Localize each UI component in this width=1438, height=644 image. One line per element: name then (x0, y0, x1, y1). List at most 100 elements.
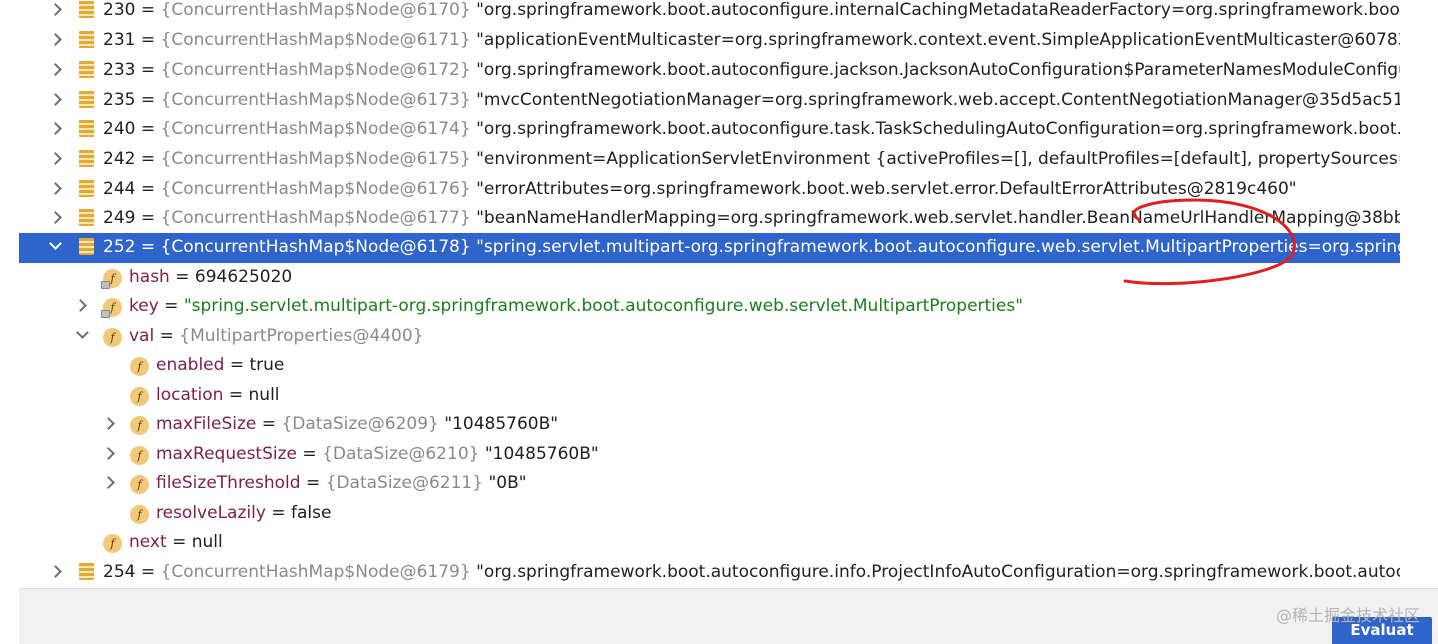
field-row-enabled[interactable]: f enabled = true (19, 351, 1400, 381)
tree-row[interactable]: 235 = {ConcurrentHashMap$Node@6173} "mvc… (19, 86, 1400, 116)
entry-index: 249 (103, 208, 136, 228)
map-entry-icon (79, 150, 94, 167)
field-name: key (129, 296, 159, 316)
field-name: fileSizeThreshold (156, 473, 301, 493)
entry-index: 254 (103, 562, 136, 582)
tree-row[interactable]: 244 = {ConcurrentHashMap$Node@6176} "err… (19, 175, 1400, 205)
entry-value: "org.springframework.boot.autoconfigure.… (476, 562, 1400, 582)
field-icon: f (103, 534, 122, 553)
collapse-arrow-icon[interactable] (49, 237, 62, 250)
map-entry-icon (79, 61, 94, 78)
field-value: "10485760B" (444, 414, 559, 434)
field-type: {DataSize@6211} (325, 473, 484, 493)
field-name: next (129, 532, 167, 552)
field-icon: f (130, 446, 149, 465)
map-entry-icon (79, 238, 94, 255)
field-icon: f (130, 357, 149, 376)
expand-arrow-icon[interactable] (74, 299, 87, 312)
field-row-location[interactable]: f location = null (19, 381, 1400, 411)
collapse-arrow-icon[interactable] (76, 326, 89, 339)
field-value: null (248, 385, 280, 405)
field-icon: f (130, 475, 149, 494)
tree-row[interactable]: 249 = {ConcurrentHashMap$Node@6177} "bea… (19, 204, 1400, 234)
entry-value: "spring.servlet.multipart-org.springfram… (476, 237, 1400, 257)
entry-index: 242 (103, 149, 136, 169)
entry-type: {ConcurrentHashMap$Node@6175} (160, 149, 471, 169)
expand-arrow-icon[interactable] (102, 476, 115, 489)
entry-value: "org.springframework.boot.autoconfigure.… (476, 119, 1400, 139)
entry-index: 233 (103, 60, 136, 80)
entry-index: 235 (103, 90, 136, 110)
watermark: @稀土掘金技术社区 (1275, 606, 1420, 625)
map-entry-icon (79, 120, 94, 137)
expand-arrow-icon[interactable] (102, 447, 115, 460)
expand-arrow-icon[interactable] (49, 93, 62, 106)
entry-type: {ConcurrentHashMap$Node@6179} (160, 562, 471, 582)
field-name: maxRequestSize (156, 444, 297, 464)
map-entry-icon (79, 31, 94, 48)
map-entry-icon (79, 209, 94, 226)
field-value: "spring.servlet.multipart-org.springfram… (183, 296, 1024, 316)
field-name: maxFileSize (156, 414, 257, 434)
entry-value: "org.springframework.boot.autoconfigure.… (476, 60, 1400, 80)
entry-type: {ConcurrentHashMap$Node@6176} (160, 179, 471, 199)
entry-index: 231 (103, 30, 136, 50)
expand-arrow-icon[interactable] (49, 152, 62, 165)
field-value: 694625020 (194, 267, 293, 287)
field-type: {MultipartProperties@4400} (179, 326, 424, 346)
tree-row[interactable]: 231 = {ConcurrentHashMap$Node@6171} "app… (19, 26, 1400, 56)
field-icon: f (130, 416, 149, 435)
entry-value: "environment=ApplicationServletEnvironme… (476, 149, 1400, 169)
field-name: location (156, 385, 224, 405)
field-icon: f (103, 328, 122, 347)
entry-index: 230 (103, 0, 136, 20)
tree-row[interactable]: 230 = {ConcurrentHashMap$Node@6170} "org… (19, 0, 1400, 26)
expand-arrow-icon[interactable] (49, 122, 62, 135)
field-row-hash[interactable]: f hash = 694625020 (19, 263, 1400, 293)
map-entry-icon (79, 180, 94, 197)
entry-index: 244 (103, 179, 136, 199)
entry-value: "applicationEventMulticaster=org.springf… (476, 30, 1400, 50)
field-value: "0B" (488, 473, 527, 493)
map-entry-icon (79, 563, 94, 580)
field-icon: f (101, 298, 122, 318)
entry-type: {ConcurrentHashMap$Node@6172} (160, 60, 471, 80)
field-row-key[interactable]: f key = "spring.servlet.multipart-org.sp… (19, 292, 1400, 322)
field-row-resolvelazily[interactable]: f resolveLazily = false (19, 499, 1400, 529)
entry-type: {ConcurrentHashMap$Node@6171} (160, 30, 471, 50)
variables-tree: 230 = {ConcurrentHashMap$Node@6170} "org… (19, 0, 1400, 588)
tree-row[interactable]: 240 = {ConcurrentHashMap$Node@6174} "org… (19, 115, 1400, 145)
tree-row[interactable]: 233 = {ConcurrentHashMap$Node@6172} "org… (19, 56, 1400, 86)
field-type: {DataSize@6210} (322, 444, 480, 464)
field-name: val (129, 326, 155, 346)
field-row-next[interactable]: f next = null (19, 528, 1400, 558)
field-name: resolveLazily (156, 503, 266, 523)
entry-type: {ConcurrentHashMap$Node@6170} (160, 0, 471, 20)
expand-arrow-icon[interactable] (49, 3, 62, 16)
field-row-val[interactable]: f val = {MultipartProperties@4400} (19, 322, 1400, 352)
entry-index: 240 (103, 119, 136, 139)
map-entry-icon (79, 1, 94, 18)
field-row-maxfilesize[interactable]: f maxFileSize = {DataSize@6209} "1048576… (19, 410, 1400, 440)
field-icon: f (130, 505, 149, 524)
field-row-maxrequestsize[interactable]: f maxRequestSize = {DataSize@6210} "1048… (19, 440, 1400, 470)
expand-arrow-icon[interactable] (49, 211, 62, 224)
tree-row-selected[interactable]: 252 = {ConcurrentHashMap$Node@6178} "spr… (19, 233, 1400, 263)
expand-arrow-icon[interactable] (49, 565, 62, 578)
tree-row[interactable]: 254 = {ConcurrentHashMap$Node@6179} "org… (19, 558, 1400, 588)
field-row-filesizethreshold[interactable]: f fileSizeThreshold = {DataSize@6211} "0… (19, 469, 1400, 499)
expand-arrow-icon[interactable] (49, 33, 62, 46)
entry-value: "org.springframework.boot.autoconfigure.… (476, 0, 1400, 20)
entry-type: {ConcurrentHashMap$Node@6178} (160, 237, 471, 257)
entry-value: "beanNameHandlerMapping=org.springframew… (476, 208, 1400, 228)
entry-type: {ConcurrentHashMap$Node@6173} (160, 90, 471, 110)
expand-arrow-icon[interactable] (49, 182, 62, 195)
expand-arrow-icon[interactable] (102, 417, 115, 430)
expand-arrow-icon[interactable] (49, 63, 62, 76)
tree-row[interactable]: 242 = {ConcurrentHashMap$Node@6175} "env… (19, 145, 1400, 175)
entry-type: {ConcurrentHashMap$Node@6177} (160, 208, 471, 228)
entry-type: {ConcurrentHashMap$Node@6174} (160, 119, 471, 139)
field-icon: f (130, 387, 149, 406)
field-value: false (290, 503, 332, 523)
field-value: true (249, 355, 285, 375)
